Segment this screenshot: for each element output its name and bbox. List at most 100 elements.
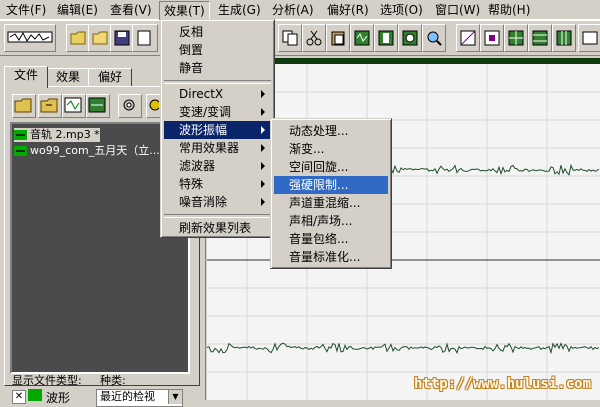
menu-item-label: 常用效果器 <box>179 141 240 155</box>
menu-item-envelope[interactable]: 音量包络... <box>274 230 388 248</box>
grid-tool-button[interactable] <box>504 24 528 52</box>
menu-edit[interactable]: 编辑(E) <box>53 1 102 19</box>
edit-wave-button[interactable] <box>86 94 110 118</box>
menu-item-directx[interactable]: DirectX <box>164 85 271 103</box>
envelope-icon <box>460 30 476 46</box>
menu-item-fade[interactable]: 渐变... <box>274 140 388 158</box>
menu-item-channel-mixer[interactable]: 声道重混缩... <box>274 194 388 212</box>
tab-effects[interactable]: 效果 <box>46 68 90 87</box>
menu-item-label: 波形振幅 <box>179 123 228 137</box>
new-file-button[interactable] <box>66 24 90 52</box>
submenu-arrow-icon <box>261 108 265 116</box>
sort-select[interactable]: 最近的检视 ▼ <box>96 389 183 407</box>
submenu-arrow-icon <box>261 90 265 98</box>
menu-help[interactable]: 帮助(H) <box>484 1 534 19</box>
menu-view[interactable]: 查看(V) <box>106 1 156 19</box>
menu-item-reverse[interactable]: 倒置 <box>164 41 271 59</box>
tab-favorites[interactable]: 偏好 <box>88 68 132 87</box>
save-button[interactable] <box>110 24 134 52</box>
folder-import-icon <box>40 98 58 113</box>
document-icon <box>137 30 151 46</box>
open-button[interactable] <box>88 24 112 52</box>
menu-effects[interactable]: 效果(T) <box>159 1 210 21</box>
menu-item-amplitude[interactable]: 波形振幅 <box>164 121 271 139</box>
file-name: 音轨 2.mp3 * <box>30 128 100 141</box>
copy-icon <box>282 30 298 46</box>
grid-tool-button-3[interactable] <box>552 24 576 52</box>
submenu-arrow-icon <box>261 180 265 188</box>
tab-files[interactable]: 文件 <box>4 66 48 88</box>
submenu-arrow-icon <box>261 198 265 206</box>
grid-icon <box>508 30 524 46</box>
file-item[interactable]: wo99_com_五月天（立... <box>14 144 160 158</box>
effects-menu: 反相 倒置 静音 DirectX 变速/变调 波形振幅 常用效果器 滤波器 特殊… <box>160 19 275 238</box>
menu-item-noise-reduction[interactable]: 噪音消除 <box>164 193 271 211</box>
multitrack-view-button[interactable] <box>4 24 56 52</box>
menu-item-filters[interactable]: 滤波器 <box>164 157 271 175</box>
file-type-label: 显示文件类型: <box>12 374 82 387</box>
magnifier-icon <box>427 31 442 46</box>
select-icon <box>484 30 500 46</box>
menu-options[interactable]: 选项(O) <box>376 1 427 19</box>
menu-window[interactable]: 窗口(W) <box>431 1 484 19</box>
paste-button[interactable] <box>326 24 350 52</box>
submenu-arrow-icon <box>261 144 265 152</box>
toolbar-overflow-button[interactable] <box>578 24 600 52</box>
mix-paste-button[interactable] <box>350 24 374 52</box>
grid-columns-icon <box>556 30 572 46</box>
menu-item-normalize[interactable]: 音量标准化... <box>274 248 388 266</box>
wave-file-icon <box>14 146 27 156</box>
kind-label: 种类: <box>100 374 126 387</box>
menu-item-common-effects[interactable]: 常用效果器 <box>164 139 271 157</box>
open-file-button[interactable] <box>12 94 36 118</box>
zoom-button[interactable] <box>398 24 422 52</box>
scissors-icon <box>306 30 322 46</box>
menu-generate[interactable]: 生成(G) <box>214 1 265 19</box>
checkbox-check-icon: ✕ <box>12 390 26 404</box>
open-folder-icon <box>92 31 108 45</box>
menu-item-silence[interactable]: 静音 <box>164 59 271 77</box>
paste-icon <box>331 31 345 46</box>
trim-button[interactable] <box>374 24 398 52</box>
grid-tool-button-2[interactable] <box>528 24 552 52</box>
grid-split-icon <box>532 30 548 46</box>
cut-button[interactable] <box>302 24 326 52</box>
select-tool-button[interactable] <box>480 24 504 52</box>
gear-icon <box>123 99 135 111</box>
window-icon <box>582 31 598 45</box>
wave-file-icon <box>14 130 27 140</box>
file-item[interactable]: 音轨 2.mp3 * <box>14 128 100 142</box>
watermark: http://www.hulusi.com <box>414 376 592 392</box>
sort-select-value: 最近的检视 <box>100 390 155 403</box>
menu-preferences[interactable]: 偏好(R) <box>323 1 373 19</box>
copy-button[interactable] <box>278 24 302 52</box>
menu-item-label: 滤波器 <box>179 159 216 173</box>
menu-item-hard-limiting[interactable]: 强硬限制... <box>274 176 388 194</box>
wave-file-icon <box>28 389 42 401</box>
options-button[interactable] <box>118 94 142 118</box>
menu-item-dynamics[interactable]: 动态处理... <box>274 122 388 140</box>
search-button[interactable] <box>422 24 446 52</box>
menu-bar: 文件(F) 编辑(E) 查看(V) 效果(T) 生成(G) 分析(A) 偏好(R… <box>0 0 600 21</box>
checkbox-label: 波形 <box>46 391 71 405</box>
menu-item-invert[interactable]: 反相 <box>164 23 271 41</box>
edit-tool-button[interactable] <box>456 24 480 52</box>
import-button[interactable] <box>38 94 62 118</box>
wave-type-checkbox[interactable]: ✕ 波形 <box>12 389 92 405</box>
insert-button[interactable] <box>62 94 86 118</box>
menu-item-time-pitch[interactable]: 变速/变调 <box>164 103 271 121</box>
menu-item-label: 特殊 <box>179 177 204 191</box>
folder-icon <box>14 98 32 113</box>
menu-item-spatial[interactable]: 空间回旋... <box>274 158 388 176</box>
chevron-down-icon: ▼ <box>168 390 182 404</box>
toolbar-button-4[interactable] <box>132 24 158 52</box>
trim-icon <box>378 30 394 46</box>
menu-file[interactable]: 文件(F) <box>2 1 50 19</box>
menu-separator <box>164 80 271 84</box>
menu-item-label: 噪音消除 <box>179 195 228 209</box>
menu-item-special[interactable]: 特殊 <box>164 175 271 193</box>
menu-item-pan-expand[interactable]: 声相/声场... <box>274 212 388 230</box>
menu-item-refresh-effects[interactable]: 刷新效果列表 <box>164 219 271 237</box>
toolbar <box>0 20 600 56</box>
menu-analyze[interactable]: 分析(A) <box>268 1 318 19</box>
